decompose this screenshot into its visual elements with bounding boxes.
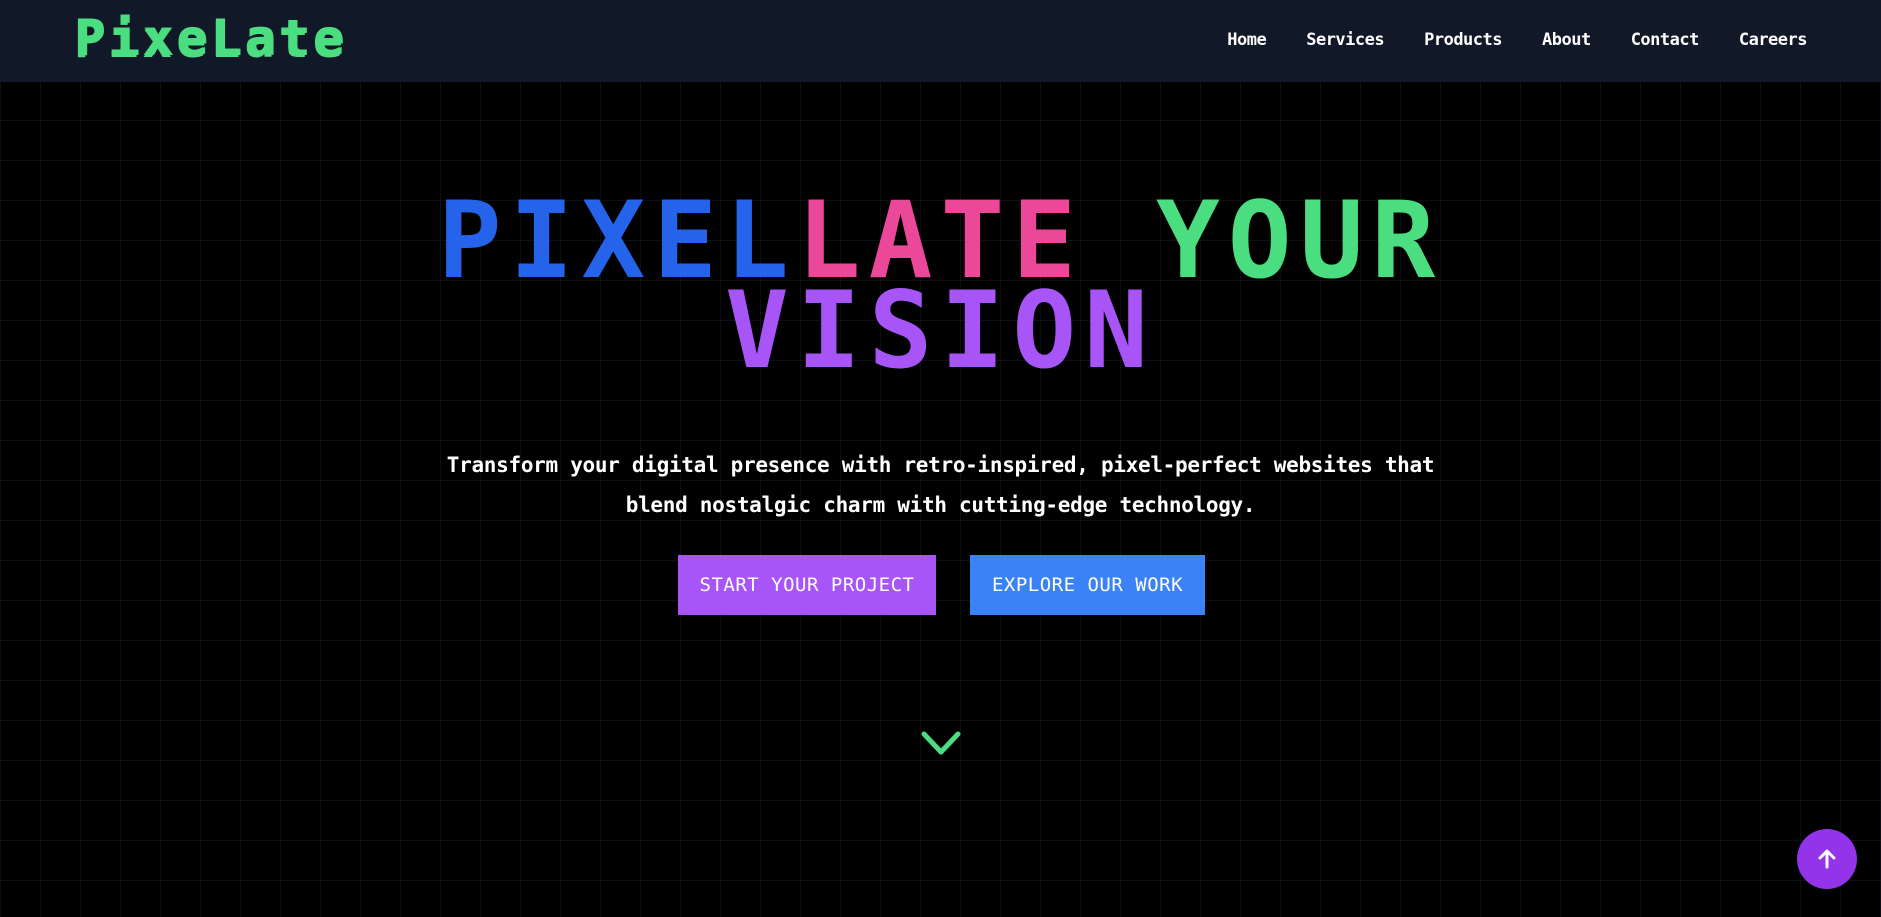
hero-title-line-2: VISION xyxy=(0,278,1881,384)
nav-link-contact[interactable]: Contact xyxy=(1631,28,1700,52)
hero-subtitle-line-2: blend nostalgic charm with cutting-edge … xyxy=(625,493,1256,517)
hero-title: PIXELLATE YOUR VISION xyxy=(0,188,1881,384)
nav-link-careers[interactable]: Careers xyxy=(1739,28,1808,52)
explore-work-button[interactable]: EXPLORE OUR WORK xyxy=(970,555,1205,615)
nav-link-products[interactable]: Products xyxy=(1424,28,1502,52)
back-to-top-button[interactable] xyxy=(1797,829,1857,889)
hero-title-vision: VISION xyxy=(725,269,1156,392)
main-nav: Home Services Products About Contact Car… xyxy=(1227,28,1807,52)
start-project-button[interactable]: START YOUR PROJECT xyxy=(678,555,936,615)
nav-link-services[interactable]: Services xyxy=(1306,28,1384,52)
hero-subtitle-line-1: Transform your digital presence with ret… xyxy=(446,453,1435,477)
nav-link-home[interactable]: Home xyxy=(1227,28,1266,52)
top-navbar: PixeLate Home Services Products About Co… xyxy=(0,0,1881,82)
brand-logo[interactable]: PixeLate xyxy=(74,10,347,66)
hero-title-your: YOUR xyxy=(1155,179,1444,302)
chevron-down-icon[interactable] xyxy=(920,728,962,758)
arrow-up-icon xyxy=(1818,849,1836,869)
hero-subtitle: Transform your digital presence with ret… xyxy=(0,445,1881,525)
nav-link-about[interactable]: About xyxy=(1542,28,1591,52)
